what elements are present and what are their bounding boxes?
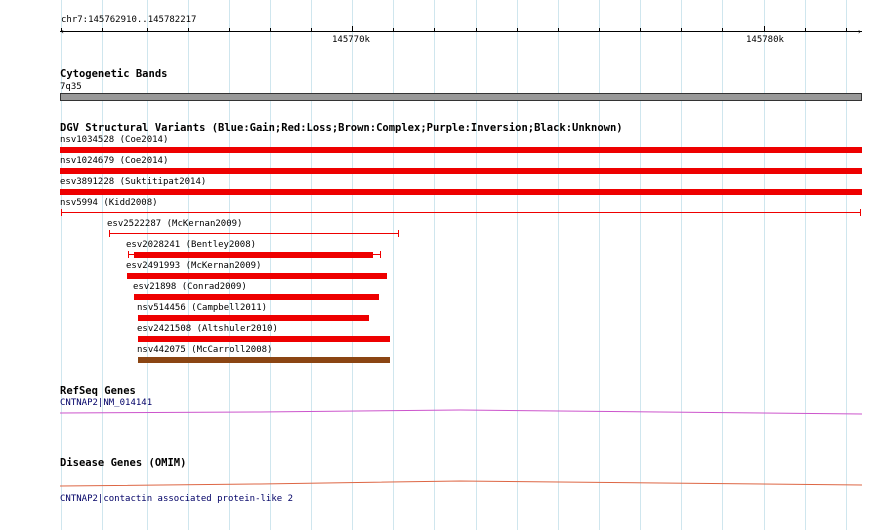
disease-gene-label[interactable]: CNTNAP2|contactin associated protein-lik…	[60, 494, 293, 505]
ruler-tick	[61, 28, 62, 32]
ruler-tick	[393, 28, 394, 32]
ruler-axis	[60, 31, 862, 32]
grid-line	[599, 0, 600, 530]
ruler-tick	[640, 28, 641, 32]
grid-line	[681, 0, 682, 530]
grid-line	[352, 0, 353, 530]
variant-bar[interactable]	[60, 189, 862, 195]
ruler-tick	[517, 28, 518, 32]
track-title: Cytogenetic Bands	[60, 68, 168, 80]
variant-line[interactable]	[61, 212, 861, 213]
grid-line	[558, 0, 559, 530]
ruler-tick	[476, 28, 477, 32]
variant-bar[interactable]	[138, 357, 390, 363]
variant-label: esv2028241 (Bentley2008)	[126, 240, 257, 250]
track-title: RefSeq Genes	[60, 385, 136, 397]
variant-cap	[860, 209, 861, 216]
ruler-major-tick	[764, 26, 765, 32]
variant-label: esv21898 (Conrad2009)	[133, 282, 247, 292]
variant-label: esv2522287 (McKernan2009)	[107, 219, 243, 229]
ruler-tick	[270, 28, 271, 32]
variant-cap	[109, 230, 110, 237]
variant-label: nsv1024679 (Coe2014)	[60, 156, 169, 166]
ruler-tick	[311, 28, 312, 32]
variant-label: nsv442075 (McCarroll2008)	[137, 345, 273, 355]
location-label: chr7:145762910..145782217	[61, 15, 197, 25]
variant-bar[interactable]	[138, 315, 369, 321]
ruler-major-label: 145770k	[332, 35, 370, 45]
track-title: Disease Genes (OMIM)	[60, 457, 187, 469]
ruler-tick	[805, 28, 806, 32]
grid-line	[640, 0, 641, 530]
ruler-tick	[681, 28, 682, 32]
ruler-major-tick	[352, 26, 353, 32]
track-title: DGV Structural Variants (Blue:Gain;Red:L…	[60, 122, 623, 134]
grid-line	[393, 0, 394, 530]
ruler-tick	[229, 28, 230, 32]
variant-label: esv2491993 (McKernan2009)	[126, 261, 262, 271]
variant-bar[interactable]	[127, 273, 387, 279]
variant-label: esv2421508 (Altshuler2010)	[137, 324, 278, 334]
ruler-major-label: 145780k	[746, 35, 784, 45]
variant-bar[interactable]	[138, 336, 390, 342]
grid-line	[517, 0, 518, 530]
variant-bar[interactable]	[60, 168, 862, 174]
band-bar[interactable]	[60, 93, 862, 101]
variant-bar[interactable]	[60, 147, 862, 153]
grid-line	[722, 0, 723, 530]
ruler-tick	[846, 28, 847, 32]
grid-line	[270, 0, 271, 530]
grid-line	[476, 0, 477, 530]
ruler-tick	[722, 28, 723, 32]
ruler-tick	[599, 28, 600, 32]
grid-line	[846, 0, 847, 530]
variant-cap	[380, 251, 381, 258]
variant-label: nsv5994 (Kidd2008)	[60, 198, 158, 208]
variant-cap	[398, 230, 399, 237]
band-label: 7q35	[60, 82, 82, 92]
variant-label: esv3891228 (Suktitipat2014)	[60, 177, 207, 187]
ruler-tick	[558, 28, 559, 32]
variant-line[interactable]	[109, 233, 398, 234]
ruler-tick	[102, 28, 103, 32]
disease-gene-line[interactable]	[60, 478, 862, 490]
variant-bar[interactable]	[134, 294, 379, 300]
variant-label: nsv514456 (Campbell2011)	[137, 303, 268, 313]
variant-cap	[128, 251, 129, 258]
variant-cap	[61, 209, 62, 216]
grid-line	[434, 0, 435, 530]
grid-line	[311, 0, 312, 530]
ruler-tick	[147, 28, 148, 32]
ruler-tick	[188, 28, 189, 32]
gene-model[interactable]	[60, 405, 862, 417]
variant-label: nsv1034528 (Coe2014)	[60, 135, 169, 145]
grid-line	[805, 0, 806, 530]
ruler-right-arrow: ›	[857, 27, 862, 36]
grid-line	[764, 0, 765, 530]
variant-bar[interactable]	[134, 252, 373, 258]
ruler-tick	[434, 28, 435, 32]
